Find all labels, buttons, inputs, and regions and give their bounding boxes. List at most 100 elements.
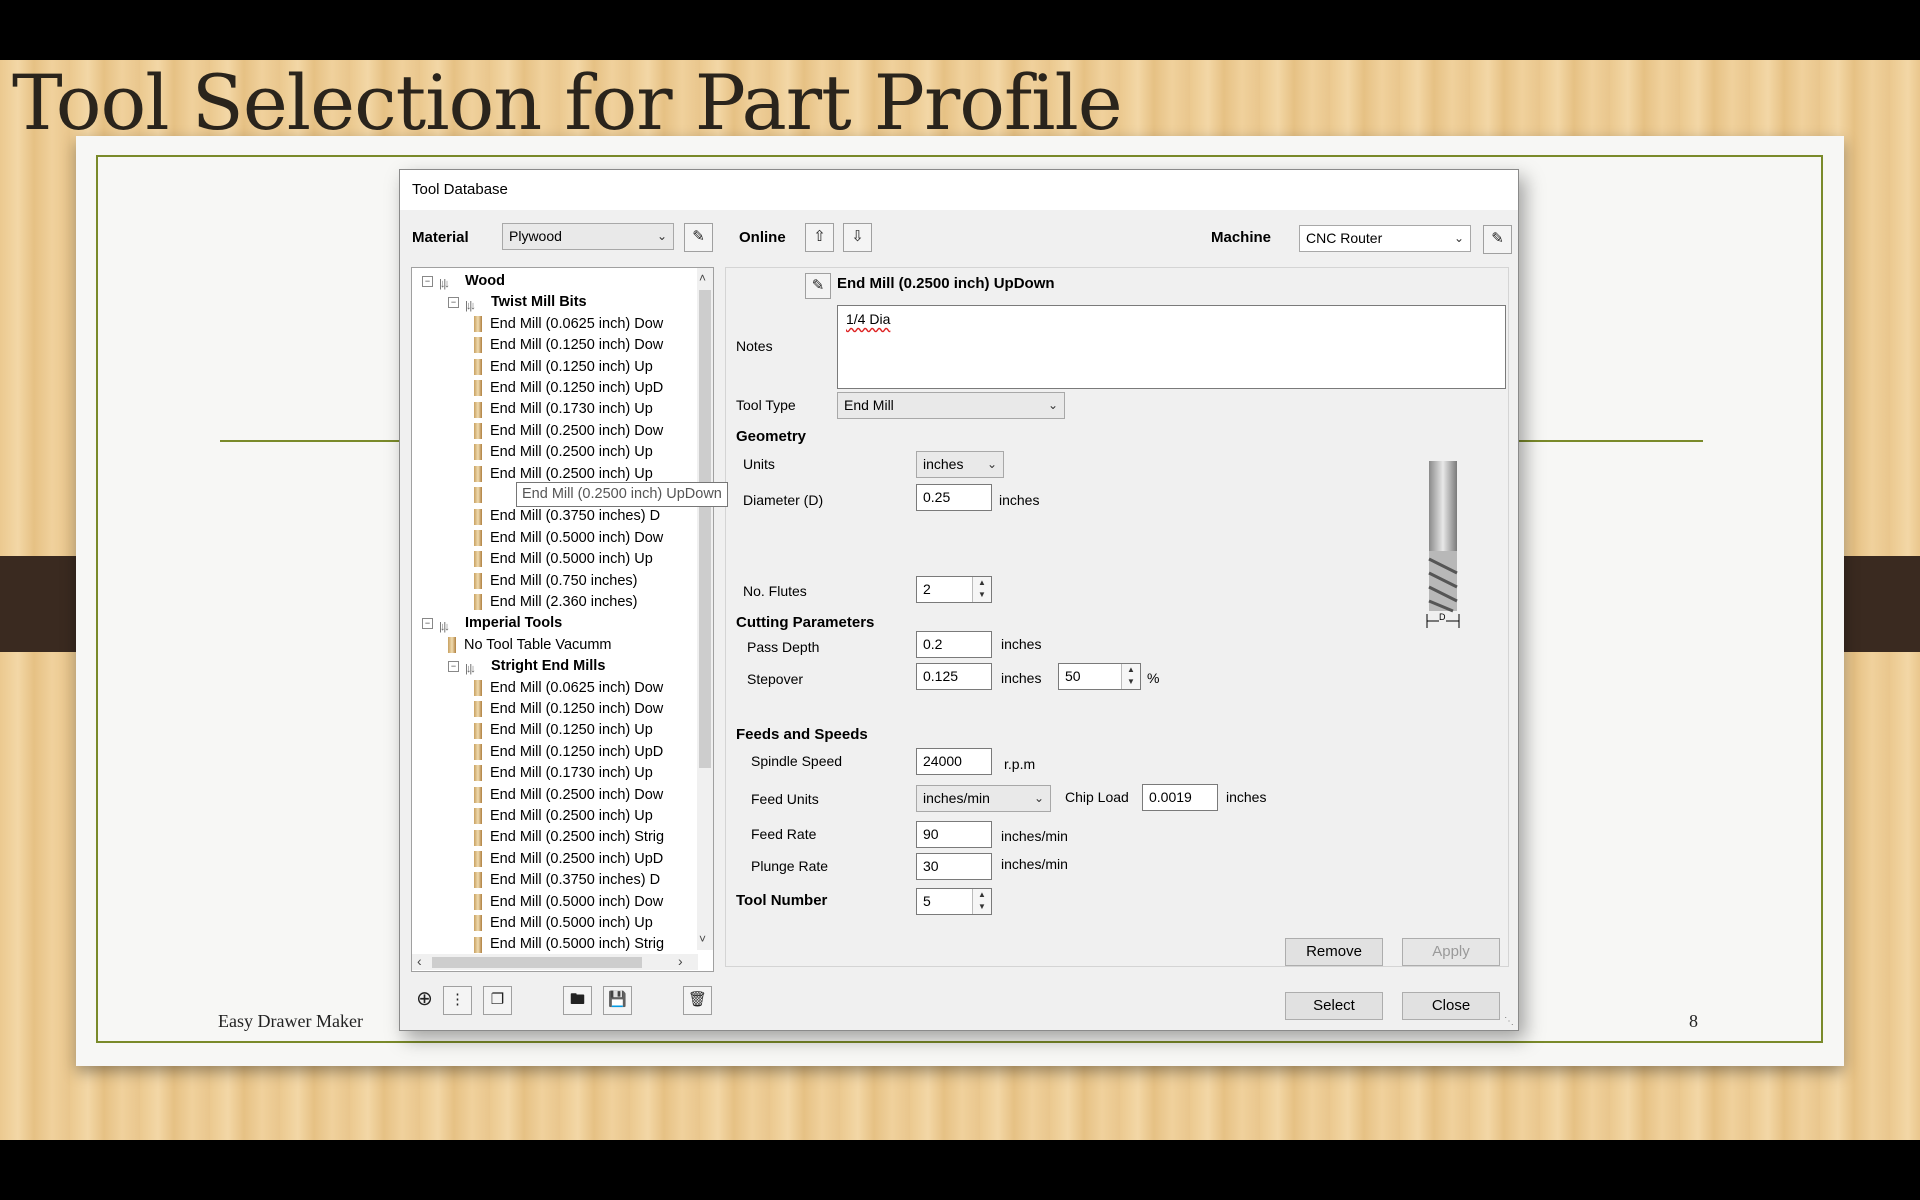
material-select[interactable]: Plywood ⌄ — [502, 223, 674, 250]
machine-select[interactable]: CNC Router ⌄ — [1299, 225, 1471, 252]
tree-group[interactable]: − |↓|↓ Imperial Tools — [422, 613, 562, 633]
tree-tool-item[interactable] — [474, 485, 490, 505]
tree-tool-item[interactable]: End Mill (0.1250 inch) Up — [474, 720, 653, 740]
tree-vertical-scroll-thumb[interactable] — [699, 290, 711, 768]
pass-depth-unit: inches — [1001, 636, 1042, 652]
scroll-up-icon[interactable]: ˄ — [699, 271, 706, 285]
tree-tool-item[interactable]: End Mill (0.1730 inch) Up — [474, 763, 653, 783]
tree-tool-item[interactable]: End Mill (0.2500 inch) UpD — [474, 849, 663, 869]
add-group-button[interactable]: ⋮ — [443, 986, 472, 1015]
open-database-button[interactable]: 🖿 — [563, 986, 592, 1015]
slide-rule-left — [220, 440, 400, 442]
spindle-speed-input[interactable]: 24000 — [916, 748, 992, 775]
save-database-button[interactable]: 💾 — [603, 986, 632, 1015]
feed-units-value: inches/min — [923, 790, 990, 806]
tree-tool-item[interactable]: End Mill (0.1250 inch) Dow — [474, 699, 663, 719]
tree-group[interactable]: − |↓|↓ Twist Mill Bits — [448, 292, 587, 312]
tree-tool-item[interactable]: End Mill (0.5000 inch) Dow — [474, 892, 663, 912]
tree-tool-item[interactable]: End Mill (0.0625 inch) Dow — [474, 678, 663, 698]
chevron-down-icon: ⌄ — [1047, 398, 1058, 412]
tree-tool-item[interactable]: End Mill (0.2500 inch) Up — [474, 442, 653, 462]
tool-type-label: Tool Type — [736, 397, 796, 413]
tree-item-label: End Mill (0.0625 inch) Dow — [490, 315, 664, 332]
pass-depth-input[interactable]: 0.2 — [916, 631, 992, 658]
tree-group[interactable]: − |↓|↓ Stright End Mills — [448, 656, 605, 676]
copy-tool-button[interactable]: ❐ — [483, 986, 512, 1015]
tool-number-stepper[interactable]: 5 ▲ ▼ — [916, 888, 992, 915]
stepover-percent-stepper[interactable]: 50 ▲ ▼ — [1058, 663, 1141, 690]
feed-units-select[interactable]: inches/min ⌄ — [916, 785, 1051, 812]
units-select[interactable]: inches ⌄ — [916, 451, 1004, 478]
diameter-input[interactable]: 0.25 — [916, 484, 992, 511]
tree-tool-item[interactable]: End Mill (0.0625 inch) Dow — [474, 314, 663, 334]
remove-button[interactable]: Remove — [1285, 938, 1383, 966]
tree-tool-item[interactable]: End Mill (0.5000 inch) Strig — [474, 934, 664, 954]
tree-tool-item[interactable]: End Mill (0.3750 inches) D — [474, 506, 660, 526]
tree-item-label: End Mill (2.360 inches) — [490, 594, 638, 610]
edit-icon: ✎ — [692, 228, 705, 245]
tree-horizontal-scroll-thumb[interactable] — [432, 957, 642, 968]
stepper-arrows-icon[interactable]: ▲ ▼ — [972, 577, 991, 602]
edit-icon: ✎ — [811, 277, 825, 294]
tool-type-select[interactable]: End Mill ⌄ — [837, 392, 1065, 419]
add-group-icon: ⋮ — [450, 991, 465, 1008]
flutes-stepper[interactable]: 2 ▲ ▼ — [916, 576, 992, 603]
apply-button[interactable]: Apply — [1402, 938, 1500, 966]
tree-tool-item[interactable]: End Mill (0.5000 inch) Dow — [474, 528, 663, 548]
collapse-icon[interactable]: − — [448, 297, 459, 309]
resize-grip-icon[interactable]: ⋱ — [1504, 1016, 1514, 1027]
tree-tool-item[interactable]: End Mill (0.5000 inch) Up — [474, 913, 653, 933]
tool-tree[interactable]: − |↓|↓ Wood − |↓|↓ Twist Mill Bits End Mill (0… — [411, 267, 714, 972]
end-mill-icon — [474, 358, 482, 375]
feed-rate-unit: inches/min — [1001, 828, 1068, 844]
collapse-icon[interactable]: − — [422, 275, 433, 287]
flutes-value: 2 — [923, 581, 931, 597]
tree-tool-item[interactable]: End Mill (0.1250 inch) UpD — [474, 378, 663, 398]
tree-group[interactable]: − |↓|↓ Wood — [422, 271, 505, 291]
download-button[interactable]: ⇩ — [843, 223, 872, 252]
scroll-right-icon[interactable]: › — [678, 953, 683, 969]
add-tool-button[interactable]: ⊕ — [410, 986, 439, 1015]
close-button[interactable]: Close — [1402, 992, 1500, 1020]
material-value: Plywood — [509, 228, 562, 244]
feed-rate-input[interactable]: 90 — [916, 821, 992, 848]
edit-machine-button[interactable]: ✎ — [1483, 225, 1512, 254]
stepover-unit: inches — [1001, 670, 1042, 686]
end-mill-icon — [474, 915, 482, 932]
stepover-input[interactable]: 0.125 — [916, 663, 992, 690]
stepover-percent-value: 50 — [1065, 668, 1081, 684]
feeds-speeds-heading: Feeds and Speeds — [736, 726, 868, 743]
select-button[interactable]: Select — [1285, 992, 1383, 1020]
tree-tool-item[interactable]: End Mill (0.2500 inch) Up — [474, 806, 653, 826]
tree-tool-item[interactable]: End Mill (0.1250 inch) Dow — [474, 335, 663, 355]
tree-item-label: End Mill (0.2500 inch) Dow — [490, 786, 664, 803]
tree-tool-item[interactable]: End Mill (0.1250 inch) Up — [474, 357, 653, 377]
edit-material-button[interactable]: ✎ — [684, 223, 713, 252]
tree-tool-item[interactable]: End Mill (0.1250 inch) UpD — [474, 742, 663, 762]
delete-tool-button[interactable]: 🗑 — [683, 986, 712, 1015]
tree-tool-item[interactable]: End Mill (0.750 inches) — [474, 571, 638, 591]
tree-tool-item[interactable]: End Mill (0.2500 inch) Strig — [474, 827, 664, 847]
stepper-arrows-icon[interactable]: ▲ ▼ — [1121, 664, 1140, 689]
tree-tool-item[interactable]: End Mill (0.5000 inch) Up — [474, 549, 653, 569]
tree-tool-item[interactable]: End Mill (0.2500 inch) Dow — [474, 785, 663, 805]
scroll-left-icon[interactable]: ‹ — [417, 953, 422, 969]
upload-button[interactable]: ⇧ — [805, 223, 834, 252]
tree-tool-item[interactable]: End Mill (0.2500 inch) Dow — [474, 421, 663, 441]
notes-textarea[interactable]: 1/4 Dia — [837, 305, 1506, 389]
plunge-rate-input[interactable]: 30 — [916, 853, 992, 880]
collapse-icon[interactable]: − — [422, 618, 433, 630]
tree-tool-item[interactable]: No Tool Table Vacumm — [448, 635, 612, 655]
tree-tool-item[interactable]: End Mill (0.2500 inch) Up — [474, 464, 653, 484]
tree-tool-item[interactable]: End Mill (0.3750 inches) D — [474, 870, 660, 890]
scroll-down-icon[interactable]: ˅ — [699, 932, 706, 946]
tree-item-label: End Mill (0.2500 inch) UpD — [490, 850, 664, 867]
chip-load-input[interactable]: 0.0019 — [1142, 784, 1218, 811]
tree-tool-item[interactable]: End Mill (2.360 inches) — [474, 592, 638, 612]
tree-item-label: End Mill (0.5000 inch) Dow — [490, 529, 664, 546]
slide-title: Tool Selection for Part Profile — [12, 58, 1123, 147]
collapse-icon[interactable]: − — [448, 660, 459, 672]
edit-tool-name-button[interactable]: ✎ — [805, 273, 831, 299]
stepper-arrows-icon[interactable]: ▲ ▼ — [972, 889, 991, 914]
tree-tool-item[interactable]: End Mill (0.1730 inch) Up — [474, 399, 653, 419]
